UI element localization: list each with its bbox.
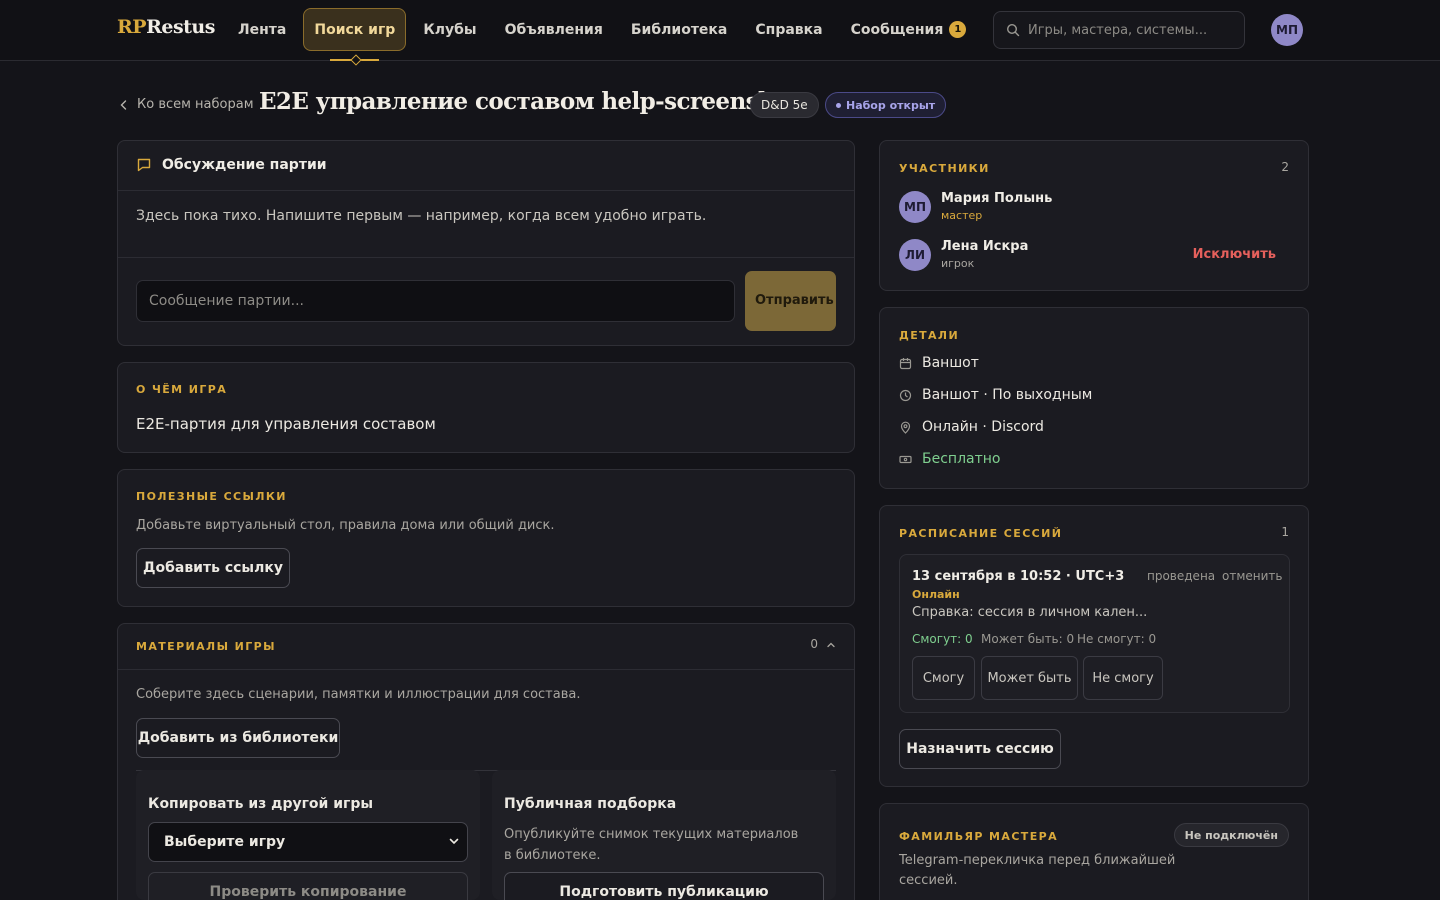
links-hint: Добавьте виртуальный стол, правила дома … [136, 518, 555, 533]
participant-name[interactable]: Лена Искра [941, 239, 1028, 254]
divider [118, 190, 854, 191]
prepare-publication-button[interactable]: Подготовить публикацию [504, 872, 824, 900]
clock-icon [899, 389, 912, 401]
location-pin-icon [900, 421, 911, 434]
copy-from-game-panel: Копировать из другой игры Выберите игру … [136, 770, 480, 900]
calendar-icon [899, 357, 912, 369]
chevron-left-icon [120, 99, 127, 110]
session-item: 13 сентября в 10:52 · UTC+3 проведена от… [899, 554, 1290, 713]
page-title: E2E управление составом help-screenshots [259, 88, 812, 115]
public-collection-panel: Публичная подборка Опубликуйте снимок те… [492, 770, 836, 900]
about-text: E2E-партия для управления составом [136, 415, 436, 433]
participants-count: 2 [1281, 160, 1289, 174]
rsvp-yes-count: Смогут: 0 [912, 632, 973, 646]
nav-item-announcements[interactable]: Объявления [491, 8, 617, 51]
participant-row: ЛИ Лена Искра игрок [899, 239, 1028, 271]
remove-participant-button[interactable]: Исключить [1193, 247, 1276, 262]
ticket-icon [899, 455, 912, 463]
schedule-session-button[interactable]: Назначить сессию [899, 729, 1061, 769]
session-datetime: 13 сентября в 10:52 · UTC+3 [912, 569, 1125, 584]
game-select[interactable]: Выберите игру [148, 822, 468, 862]
rsvp-no-button[interactable]: Не смогу [1083, 656, 1163, 700]
search-icon [1006, 23, 1020, 37]
public-title: Публичная подборка [504, 796, 677, 812]
chat-bubble-icon [137, 158, 151, 172]
party-discussion-card: Обсуждение партии Здесь пока тихо. Напиш… [117, 140, 855, 346]
discussion-title: Обсуждение партии [136, 157, 327, 173]
rsvp-maybe-count: Может быть: 0 [981, 632, 1075, 646]
session-schedule-card: Расписание сессий 1 13 сентября в 10:52 … [879, 505, 1309, 787]
detail-location: Онлайн · Discord [899, 419, 1044, 435]
materials-collapse-toggle[interactable]: 0 [810, 637, 836, 651]
nav-item-game-search[interactable]: Поиск игр [303, 8, 407, 61]
about-title: О чём игра [136, 383, 228, 396]
send-message-button[interactable]: Отправить [745, 271, 836, 331]
session-status: проведена [1147, 569, 1216, 583]
familiar-text: Telegram-перекличка перед ближайшей сесс… [899, 853, 1176, 888]
participants-card: Участники 2 МП Мария Полынь мастер ЛИ Ле… [879, 140, 1309, 291]
brand-logo[interactable]: RPRestus [117, 16, 215, 38]
avatar[interactable]: МП [899, 191, 931, 223]
global-search [993, 11, 1245, 49]
participant-role: мастер [941, 209, 983, 222]
nav-item-library[interactable]: Библиотека [617, 8, 742, 51]
sessions-title: Расписание сессий [899, 527, 1063, 540]
party-message-input[interactable] [136, 280, 735, 322]
materials-count: 0 [810, 637, 818, 651]
discussion-empty-text: Здесь пока тихо. Напишите первым — напри… [136, 208, 707, 224]
detail-schedule: Ваншот · По выходным [899, 387, 1092, 403]
top-navigation-bar: RPRestus Лента Поиск игр Клубы Объявлени… [0, 0, 1440, 61]
messages-badge: 1 [949, 21, 967, 38]
details-title: Детали [899, 329, 960, 342]
familiar-title: Фамильяр мастера [899, 830, 1058, 843]
nav-item-feed[interactable]: Лента [224, 8, 300, 51]
status-dot [836, 102, 841, 108]
master-familiar-card: Фамильяр мастера Не подключён Telegram-п… [879, 803, 1309, 900]
divider [118, 257, 854, 258]
back-to-listings-link[interactable]: Ко всем наборам [120, 97, 254, 112]
rsvp-no-count: Не смогут: 0 [1077, 632, 1157, 646]
rsvp-maybe-button[interactable]: Может быть [981, 656, 1078, 700]
add-from-library-button[interactable]: Добавить из библиотеки [136, 718, 340, 758]
add-link-button[interactable]: Добавить ссылку [136, 548, 290, 588]
nav-item-messages[interactable]: Сообщения 1 [837, 8, 981, 51]
game-materials-card: Материалы игры 0 Соберите здесь сценарии… [117, 623, 855, 900]
detail-format: Ваншот [899, 355, 979, 371]
check-copy-button[interactable]: Проверить копирование [148, 872, 468, 900]
detail-price: Бесплатно [899, 451, 1000, 467]
participant-name[interactable]: Мария Полынь [941, 191, 1052, 206]
session-description: Справка: сессия в личном кален... [912, 605, 1148, 620]
user-avatar[interactable]: МП [1271, 14, 1303, 46]
cancel-session-link[interactable]: отменить [1222, 569, 1282, 583]
active-nav-indicator [330, 59, 380, 61]
participant-role: игрок [941, 257, 975, 270]
avatar[interactable]: ЛИ [899, 239, 931, 271]
participants-title: Участники [899, 162, 990, 175]
divider [118, 669, 854, 670]
status-badge: Набор открыт [825, 92, 947, 118]
search-input[interactable] [1028, 22, 1228, 38]
participant-row: МП Мария Полынь мастер [899, 191, 1052, 223]
copy-title: Копировать из другой игры [148, 796, 374, 812]
useful-links-card: Полезные ссылки Добавьте виртуальный сто… [117, 469, 855, 607]
nav-item-help[interactable]: Справка [741, 8, 836, 51]
chevron-up-icon [827, 642, 835, 647]
nav-item-clubs[interactable]: Клубы [409, 8, 490, 51]
rsvp-yes-button[interactable]: Смогу [912, 656, 975, 700]
system-tag: D&D 5e [750, 92, 819, 118]
details-card: Детали Ваншот Ваншот · По выходным Онлай… [879, 307, 1309, 489]
main-nav: Лента Поиск игр Клубы Объявления Библиот… [224, 8, 1047, 61]
session-mode: Онлайн [912, 588, 960, 601]
chevron-down-icon [449, 838, 459, 845]
materials-title: Материалы игры [136, 640, 276, 653]
about-game-card: О чём игра E2E-партия для управления сос… [117, 362, 855, 453]
links-title: Полезные ссылки [136, 490, 287, 503]
sessions-count: 1 [1281, 525, 1289, 539]
familiar-status-badge: Не подключён [1173, 823, 1289, 847]
public-text: Опубликуйте снимок текущих материалов в … [504, 827, 799, 863]
materials-hint: Соберите здесь сценарии, памятки и иллюс… [136, 687, 581, 702]
